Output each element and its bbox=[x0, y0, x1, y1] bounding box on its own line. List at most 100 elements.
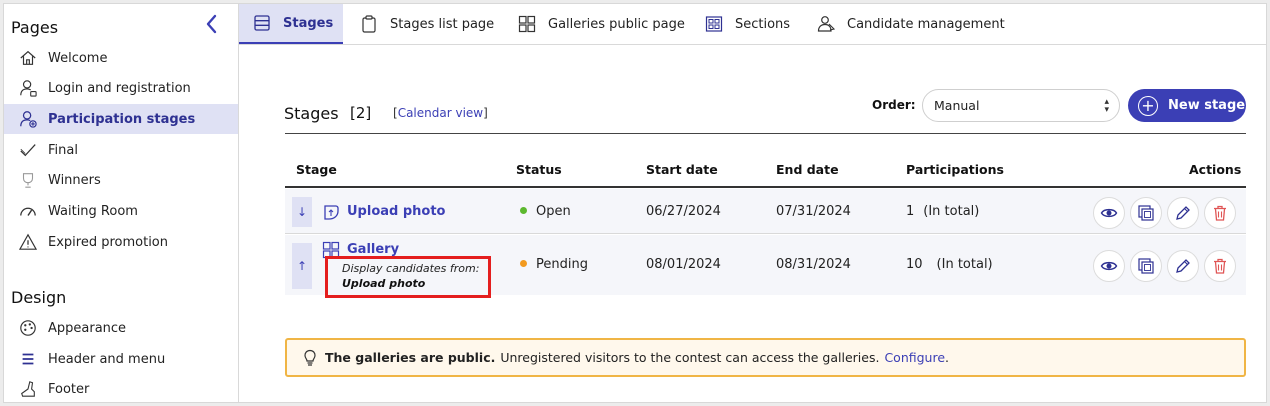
status-dot bbox=[520, 260, 527, 267]
sidebar-item-header-menu[interactable]: Header and menu bbox=[4, 344, 238, 374]
user-plus-icon bbox=[18, 109, 38, 129]
column-header-start-date: Start date bbox=[646, 162, 718, 177]
trash-icon bbox=[1214, 258, 1226, 274]
notice-bold: The galleries are public. bbox=[325, 350, 496, 365]
sidebar-item-label: Login and registration bbox=[48, 80, 191, 96]
view-button[interactable] bbox=[1093, 250, 1125, 282]
table-row: ↓ Upload photo Open 06/27/2024 07/31/202… bbox=[285, 189, 1246, 234]
status-badge: Open bbox=[520, 204, 571, 219]
pencil-icon bbox=[1176, 206, 1190, 220]
end-date: 07/31/2024 bbox=[776, 204, 851, 219]
row-actions bbox=[1091, 197, 1239, 229]
home-icon bbox=[18, 48, 38, 68]
status-text: Open bbox=[536, 204, 571, 219]
tab-bar: Stages Stages list page Galleries public… bbox=[239, 4, 1266, 45]
sidebar-item-appearance[interactable]: Appearance bbox=[4, 313, 238, 343]
notice-text: Unregistered visitors to the contest can… bbox=[500, 350, 880, 365]
stage-name-link[interactable]: Upload photo bbox=[347, 204, 446, 219]
configure-link[interactable]: Configure bbox=[884, 350, 945, 365]
trash-icon bbox=[1214, 205, 1226, 221]
duplicate-button[interactable] bbox=[1130, 250, 1162, 282]
sidebar-item-winners[interactable]: Winners bbox=[4, 165, 238, 195]
participations: 10 (In total) bbox=[906, 257, 993, 272]
collapse-sidebar-button[interactable] bbox=[204, 14, 220, 34]
clipboard-icon bbox=[360, 15, 378, 33]
sidebar-item-label: Footer bbox=[48, 381, 90, 397]
delete-button[interactable] bbox=[1204, 250, 1236, 282]
row-actions bbox=[1091, 250, 1239, 282]
status-text: Pending bbox=[536, 257, 588, 272]
sidebar-item-label: Waiting Room bbox=[48, 203, 138, 219]
sidebar-item-label: Header and menu bbox=[48, 351, 166, 367]
display-candidates-label: Display candidates from: bbox=[342, 262, 480, 275]
tab-label: Sections bbox=[735, 16, 791, 32]
sidebar-item-final[interactable]: Final bbox=[4, 135, 238, 165]
calendar-view-label: Calendar view bbox=[397, 106, 484, 120]
calendar-view-link[interactable]: [Calendar view] bbox=[393, 106, 488, 120]
sidebar-item-login-registration[interactable]: Login and registration bbox=[4, 73, 238, 103]
copy-icon bbox=[1138, 205, 1154, 221]
start-date: 08/01/2024 bbox=[646, 257, 721, 272]
view-button[interactable] bbox=[1093, 197, 1125, 229]
notice-end: . bbox=[945, 350, 950, 365]
participations-count: 1 bbox=[906, 204, 915, 219]
sections-icon bbox=[705, 15, 723, 33]
page-title: Stages bbox=[284, 104, 339, 123]
menu-icon bbox=[18, 349, 38, 369]
app-frame: Pages Welcome Login and registration Par… bbox=[3, 3, 1267, 403]
sidebar-item-participation-stages[interactable]: Participation stages bbox=[4, 104, 238, 134]
status-badge: Pending bbox=[520, 257, 588, 272]
tab-label: Candidate management bbox=[847, 16, 1005, 32]
pages-heading: Pages bbox=[11, 18, 59, 37]
display-candidates-source: Upload photo bbox=[342, 277, 426, 290]
edit-button[interactable] bbox=[1167, 250, 1199, 282]
plus-circle-icon: + bbox=[1138, 95, 1158, 116]
sidebar-item-label: Final bbox=[48, 142, 78, 158]
tab-stages[interactable]: Stages bbox=[239, 4, 343, 44]
sidebar-item-footer[interactable]: Footer bbox=[4, 374, 238, 402]
column-header-status: Status bbox=[516, 162, 562, 177]
sidebar-item-expired-promotion[interactable]: Expired promotion bbox=[4, 227, 238, 257]
tab-label: Stages bbox=[283, 15, 334, 31]
warning-icon bbox=[18, 232, 38, 252]
chevron-left-icon bbox=[206, 14, 217, 34]
order-label: Order: bbox=[872, 98, 916, 112]
grid-icon bbox=[518, 15, 536, 33]
participations-note: (In total) bbox=[923, 204, 980, 219]
tab-galleries-public-page[interactable]: Galleries public page bbox=[504, 4, 699, 44]
eye-icon bbox=[1100, 261, 1118, 271]
sidebar-item-welcome[interactable]: Welcome bbox=[4, 43, 238, 73]
tab-label: Galleries public page bbox=[548, 16, 685, 32]
column-header-stage: Stage bbox=[296, 162, 337, 177]
tab-sections[interactable]: Sections bbox=[691, 4, 804, 44]
gauge-icon bbox=[18, 201, 38, 221]
order-select[interactable]: Manual ▴ ▾ bbox=[922, 89, 1120, 122]
updown-caret-icon: ▴ ▾ bbox=[1104, 97, 1109, 115]
list-icon bbox=[253, 14, 271, 32]
shoe-icon bbox=[18, 379, 38, 399]
trophy-icon bbox=[18, 170, 38, 190]
end-date: 08/31/2024 bbox=[776, 257, 851, 272]
tab-stages-list-page[interactable]: Stages list page bbox=[346, 4, 508, 44]
check-icon bbox=[18, 140, 38, 160]
edit-button[interactable] bbox=[1167, 197, 1199, 229]
delete-button[interactable] bbox=[1204, 197, 1236, 229]
stage-count: [2] bbox=[350, 104, 372, 122]
sidebar-item-label: Welcome bbox=[48, 50, 108, 66]
column-header-actions: Actions bbox=[1189, 162, 1242, 177]
stage-name-link[interactable]: Gallery bbox=[347, 242, 399, 257]
duplicate-button[interactable] bbox=[1130, 197, 1162, 229]
lightbulb-icon bbox=[304, 349, 316, 366]
move-down-handle[interactable]: ↓ bbox=[292, 197, 312, 227]
new-stage-button[interactable]: + New stage bbox=[1128, 89, 1246, 122]
copy-icon bbox=[1138, 258, 1154, 274]
sidebar-item-label: Expired promotion bbox=[48, 234, 168, 250]
sidebar-item-waiting-room[interactable]: Waiting Room bbox=[4, 196, 238, 226]
order-value: Manual bbox=[934, 98, 980, 113]
design-heading: Design bbox=[11, 288, 67, 307]
move-up-handle[interactable]: ↑ bbox=[292, 243, 312, 289]
sidebar-item-label: Appearance bbox=[48, 320, 127, 336]
tab-label: Stages list page bbox=[390, 16, 495, 32]
tab-candidate-management[interactable]: Candidate management bbox=[803, 4, 1019, 44]
table-header-divider bbox=[285, 186, 1246, 188]
